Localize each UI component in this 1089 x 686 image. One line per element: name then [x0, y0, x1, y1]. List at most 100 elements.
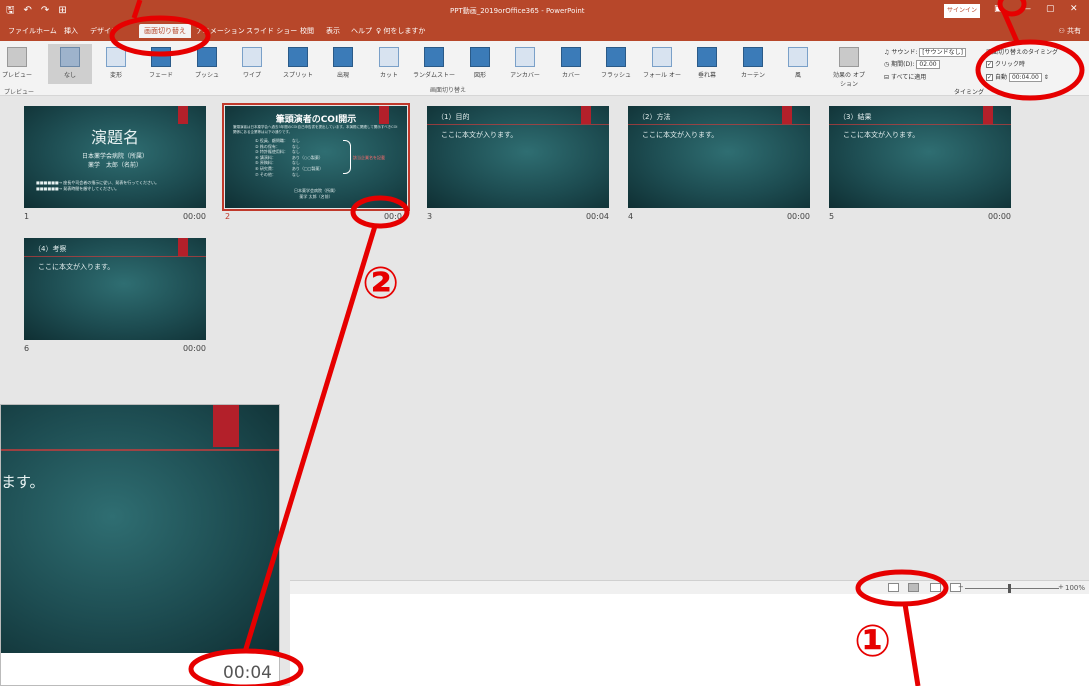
- effect-uncover[interactable]: アンカバー: [503, 47, 547, 79]
- status-bar: − + 100%: [290, 580, 1089, 594]
- auto-advance-time-input[interactable]: 00:04.00: [1008, 73, 1042, 82]
- reading-view-button[interactable]: [930, 583, 941, 592]
- menu-bar: ファイル ホーム 挿入 デザイン 画面切り替え アニメーション スライド ショー…: [0, 22, 1089, 41]
- slide-thumbnail-3[interactable]: （1）目的 ここに本文が入ります。: [427, 106, 609, 208]
- slide-time: 00:00: [987, 212, 1011, 221]
- quick-access-toolbar: 🖫 ↶ ↷ ⊞: [6, 5, 67, 17]
- checkbox-icon: ✓: [986, 61, 993, 68]
- save-icon[interactable]: 🖫: [6, 5, 15, 17]
- slide-time: 00:04: [383, 212, 407, 221]
- effect-none[interactable]: なし: [48, 44, 92, 84]
- tab-review[interactable]: 校閲: [300, 26, 314, 36]
- on-click-checkbox[interactable]: ✓ クリック時: [986, 59, 1025, 68]
- effect-wind[interactable]: 風: [776, 47, 820, 79]
- effect-push[interactable]: プッシュ: [185, 47, 229, 79]
- tab-help[interactable]: ヘルプ: [351, 26, 372, 36]
- effect-random-bars[interactable]: ランダムストー: [412, 47, 456, 79]
- effect-fade[interactable]: フェード: [139, 47, 183, 79]
- tab-slideshow[interactable]: スライド ショー: [246, 26, 297, 36]
- powerpoint-window: 🖫 ↶ ↷ ⊞ PPT動画_2019orOffice365 - PowerPoi…: [0, 0, 1089, 686]
- empty-area: [290, 594, 1089, 686]
- effect-wipe-icon: [242, 47, 262, 67]
- slide-thumbnail-4[interactable]: （2）方法 ここに本文が入ります。: [628, 106, 810, 208]
- advance-heading: 画面切り替えのタイミング: [986, 49, 1059, 56]
- slide-intro: 筆頭演者は日本薬学会へ過去3年間のCOI自己申告書を提出しています。本演題に関連…: [233, 125, 398, 134]
- effect-split[interactable]: スプリット: [276, 47, 320, 79]
- checkbox-icon: ✓: [986, 74, 993, 81]
- effect-wipe[interactable]: ワイプ: [230, 47, 274, 79]
- apply-all-icon: ⊟: [884, 74, 890, 81]
- undo-icon[interactable]: ↶: [24, 5, 32, 17]
- annotation-marker-1: ①: [854, 616, 892, 667]
- normal-view-button[interactable]: [888, 583, 899, 592]
- tab-file[interactable]: ファイル: [8, 26, 36, 36]
- maximize-icon[interactable]: ▢: [1046, 4, 1055, 14]
- slide-time: 00:04: [585, 212, 609, 221]
- slide-thumbnail-5[interactable]: （3）結果 ここに本文が入ります。: [829, 106, 1011, 208]
- slide-accent: [213, 405, 239, 447]
- slide-title: 筆頭演者のCOI開示: [275, 115, 357, 125]
- effect-reveal-icon: [333, 47, 353, 67]
- slide-number: 3: [427, 212, 433, 221]
- ribbon-display-icon[interactable]: ▣: [994, 4, 1003, 14]
- slide-accent: [178, 238, 188, 256]
- effect-cut[interactable]: カット: [367, 47, 411, 79]
- slide-accent: [782, 106, 792, 124]
- document-title: PPT動画_2019orOffice365 - PowerPoint: [450, 7, 585, 15]
- effect-drape-icon: [697, 47, 717, 67]
- effect-options-button[interactable]: 効果の オプション: [832, 47, 866, 88]
- slide-thumbnail-6[interactable]: （4）考察 ここに本文が入ります。: [24, 238, 206, 340]
- customize-icon[interactable]: ⊞: [58, 5, 66, 17]
- duration-row: ◷ 期間(D): 02.00: [884, 59, 940, 69]
- annotation-marker-2: ②: [362, 258, 400, 309]
- zoom-out-button[interactable]: −: [958, 583, 964, 591]
- apply-all-button[interactable]: ⊟ すべてに適用: [884, 72, 926, 81]
- zoom-slider-track[interactable]: [965, 588, 1059, 589]
- sound-dropdown[interactable]: [サウンドなし]: [919, 48, 966, 57]
- slide-subtitle: 日本薬学会病院（所属） 薬学 太郎（名前）: [81, 153, 148, 169]
- tab-design[interactable]: デザイン: [90, 26, 118, 36]
- zoomed-slide: ます。: [1, 405, 279, 653]
- tell-me-search[interactable]: ♀ 何をしますか: [376, 26, 425, 36]
- zoom-level[interactable]: 100%: [1065, 584, 1085, 592]
- person-icon: ⚇: [1058, 27, 1067, 35]
- slide-header: （1）目的: [437, 113, 470, 121]
- timing-group-label: タイミング: [954, 89, 985, 96]
- preview-group-label: プレビュー: [4, 89, 35, 96]
- effect-morph[interactable]: 変形: [94, 47, 138, 79]
- slide-thumbnail-1[interactable]: 演題名 日本薬学会病院（所属） 薬学 太郎（名前） ■■■■■■→ 座長や司会者…: [24, 106, 206, 208]
- effect-fall-over[interactable]: フォール オー: [640, 47, 684, 79]
- auto-advance-checkbox[interactable]: ✓ 自動 00:04.00 ⇕: [986, 72, 1049, 82]
- effect-shape[interactable]: 図形: [458, 47, 502, 79]
- tab-view[interactable]: 表示: [326, 26, 340, 36]
- tab-insert[interactable]: 挿入: [64, 26, 78, 36]
- tab-transitions[interactable]: 画面切り替え: [139, 24, 191, 38]
- tab-animations[interactable]: アニメーション: [196, 26, 245, 36]
- effect-drape[interactable]: 垂れ幕: [685, 47, 729, 79]
- zoom-in-button[interactable]: +: [1058, 583, 1064, 591]
- effect-cover[interactable]: カバー: [549, 47, 593, 79]
- title-bar: 🖫 ↶ ↷ ⊞ PPT動画_2019orOffice365 - PowerPoi…: [0, 0, 1089, 22]
- effect-none-icon: [60, 47, 80, 67]
- spinner-icon[interactable]: ⇕: [1044, 74, 1049, 81]
- minimize-icon[interactable]: —: [1022, 4, 1031, 14]
- slide-sorter-view-button[interactable]: [908, 583, 919, 592]
- duration-input[interactable]: 02.00: [916, 60, 940, 69]
- effect-curtains[interactable]: カーテン: [731, 47, 775, 79]
- zoomed-body-text: ます。: [1, 473, 45, 491]
- clock-icon: ◷: [884, 61, 890, 68]
- preview-button[interactable]: プレビュー: [0, 47, 34, 79]
- redo-icon[interactable]: ↷: [41, 5, 49, 17]
- effect-reveal[interactable]: 出現: [321, 47, 365, 79]
- effect-flash[interactable]: フラッシュ: [594, 47, 638, 79]
- transitions-group-label: 画面切り替え: [430, 87, 467, 94]
- slide-thumbnail-2[interactable]: 筆頭演者のCOI開示 筆頭演者は日本薬学会へ過去3年間のCOI自己申告書を提出し…: [222, 103, 410, 211]
- sound-row: ♫ サウンド: [サウンドなし]: [884, 47, 966, 57]
- slide-notes: ■■■■■■→ 座長や司会者の指示に従い、発表を行ってください。 ■■■■■■→…: [36, 180, 159, 191]
- slide-header: （2）方法: [638, 113, 671, 121]
- share-button[interactable]: ⚇ 共有: [1058, 26, 1081, 36]
- close-icon[interactable]: ✕: [1070, 4, 1078, 14]
- tab-home[interactable]: ホーム: [36, 26, 57, 36]
- zoom-slider-handle[interactable]: [1008, 584, 1011, 593]
- signin-button[interactable]: サインイン: [944, 4, 980, 18]
